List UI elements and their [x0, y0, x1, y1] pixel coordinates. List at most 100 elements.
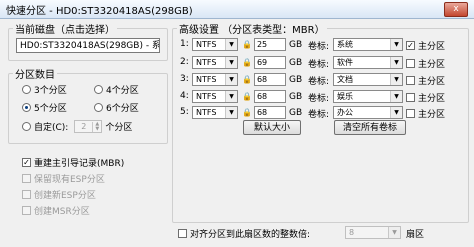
partition-size-input[interactable]: 69	[253, 56, 286, 69]
align-option[interactable]: 对齐分区到此扇区数的整数倍:	[178, 227, 310, 240]
radio-3-partitions-label: 3个分区	[34, 86, 67, 96]
create-esp-checkbox	[22, 190, 31, 199]
volume-label-value: 办公	[337, 108, 353, 117]
filesystem-select[interactable]: NTFS ▼	[192, 73, 238, 86]
volume-label-select[interactable]: 文档 ▼	[333, 73, 403, 86]
partition-index: 5:	[180, 107, 189, 117]
radio-3-partitions-button[interactable]	[22, 85, 31, 94]
filesystem-value: NTFS	[196, 92, 217, 101]
partition-size-input[interactable]: 68	[253, 106, 286, 119]
radio-4-partitions[interactable]: 4个分区	[94, 83, 139, 96]
filesystem-value: NTFS	[196, 58, 217, 67]
volume-label-caption: 卷标:	[308, 60, 330, 70]
create-msr-option: 创建MSR分区	[22, 204, 90, 217]
close-button[interactable]: x	[444, 2, 468, 17]
primary-partition-option[interactable]: 主分区	[406, 91, 445, 104]
volume-label-select[interactable]: 软件 ▼	[333, 56, 403, 69]
radio-5-partitions[interactable]: 5个分区	[22, 101, 67, 114]
align-checkbox[interactable]	[178, 229, 187, 238]
volume-label-caption-cell: 卷标:	[308, 74, 329, 87]
primary-partition-option[interactable]: 主分区	[406, 57, 445, 70]
filesystem-select[interactable]: NTFS ▼	[192, 106, 238, 119]
current-disk-legend: 当前磁盘（点击选择）	[15, 25, 115, 36]
radio-custom-button[interactable]	[22, 122, 31, 131]
keep-esp-option: 保留现有ESP分区	[22, 172, 105, 185]
size-cell: 🔒 68 GB	[242, 73, 302, 86]
chevron-down-icon: ▼	[390, 91, 402, 102]
size-cell: 🔒 25 GB	[242, 38, 302, 51]
rebuild-mbr-option[interactable]: ✓ 重建主引导记录(MBR)	[22, 156, 124, 169]
radio-6-partitions-label: 6个分区	[106, 104, 139, 114]
filesystem-select[interactable]: NTFS ▼	[192, 56, 238, 69]
primary-partition-label: 主分区	[418, 110, 446, 120]
volume-label-value: 软件	[337, 58, 353, 67]
partition-index: 2:	[180, 57, 189, 67]
filesystem-select[interactable]: NTFS ▼	[192, 38, 238, 51]
chevron-down-icon: ▼	[390, 57, 402, 68]
filesystem-select[interactable]: NTFS ▼	[192, 90, 238, 103]
volume-label-caption-cell: 卷标:	[308, 57, 329, 70]
volume-label-caption-cell: 卷标:	[308, 91, 329, 104]
partition-size-input[interactable]: 68	[253, 90, 286, 103]
filesystem-value: NTFS	[196, 75, 217, 84]
align-suffix: 扇区	[406, 230, 425, 240]
volume-label-value: 娱乐	[337, 92, 353, 101]
radio-6-partitions-button[interactable]	[94, 103, 103, 112]
default-size-button[interactable]: 默认大小	[243, 120, 301, 135]
partition-index-cell: 5:	[180, 107, 189, 117]
primary-partition-checkbox[interactable]	[406, 93, 415, 102]
primary-partition-checkbox[interactable]: ✓	[406, 41, 415, 50]
window-title: 快速分区 - HD0:ST3320418AS(298GB)	[6, 6, 193, 17]
volume-label-select[interactable]: 办公 ▼	[333, 106, 403, 119]
lock-icon[interactable]: 🔒	[242, 40, 252, 49]
partition-size-input[interactable]: 25	[253, 38, 286, 51]
current-disk-selector[interactable]: HD0:ST3320418AS(298GB) - 系	[16, 38, 160, 53]
primary-partition-option[interactable]: ✓ 主分区	[406, 39, 445, 52]
radio-3-partitions[interactable]: 3个分区	[22, 83, 67, 96]
chevron-down-icon: ▼	[388, 227, 400, 238]
primary-partition-label: 主分区	[418, 77, 446, 87]
radio-custom[interactable]: 自定(C): 2 ▲ ▼ 个分区	[22, 120, 132, 133]
lock-icon[interactable]: 🔒	[242, 58, 252, 67]
create-esp-option: 创建新ESP分区	[22, 188, 96, 201]
check-icon: ✓	[407, 41, 414, 50]
keep-esp-label: 保留现有ESP分区	[34, 175, 105, 185]
clear-labels-button[interactable]: 清空所有卷标	[334, 120, 406, 135]
size-cell: 🔒 69 GB	[242, 56, 302, 69]
size-unit: GB	[288, 39, 303, 50]
chevron-down-icon: ▼	[390, 39, 402, 50]
radio-5-partitions-button[interactable]	[22, 103, 31, 112]
spinner-arrows-icon[interactable]: ▲ ▼	[92, 121, 101, 132]
create-msr-checkbox	[22, 206, 31, 215]
lock-icon[interactable]: 🔒	[242, 108, 252, 117]
primary-partition-option[interactable]: 主分区	[406, 107, 445, 120]
rebuild-mbr-checkbox[interactable]: ✓	[22, 158, 31, 167]
volume-label-select[interactable]: 系统 ▼	[333, 38, 403, 51]
partition-index: 1:	[180, 39, 189, 49]
filesystem-value: NTFS	[196, 108, 217, 117]
primary-partition-checkbox[interactable]	[406, 109, 415, 118]
partition-index: 3:	[180, 74, 189, 84]
radio-6-partitions[interactable]: 6个分区	[94, 101, 139, 114]
radio-4-partitions-button[interactable]	[94, 85, 103, 94]
partition-size-input[interactable]: 68	[253, 73, 286, 86]
title-bar: 快速分区 - HD0:ST3320418AS(298GB) x	[0, 0, 474, 19]
volume-label-caption-cell: 卷标:	[308, 107, 329, 120]
size-unit: GB	[288, 74, 303, 85]
chevron-down-icon: ▼	[225, 39, 237, 50]
check-icon: ✓	[23, 158, 30, 167]
chevron-down-icon: ▼	[225, 57, 237, 68]
size-cell: 🔒 68 GB	[242, 106, 302, 119]
volume-label-select[interactable]: 娱乐 ▼	[333, 90, 403, 103]
align-sector-select[interactable]: 8 ▼	[345, 226, 401, 239]
radio-custom-label: 自定(C):	[34, 123, 69, 133]
primary-partition-checkbox[interactable]	[406, 76, 415, 85]
primary-partition-option[interactable]: 主分区	[406, 74, 445, 87]
radio-4-partitions-label: 4个分区	[106, 86, 139, 96]
lock-icon[interactable]: 🔒	[242, 92, 252, 101]
radio-5-partitions-label: 5个分区	[34, 104, 67, 114]
primary-partition-checkbox[interactable]	[406, 59, 415, 68]
align-suffix-row: 扇区	[406, 227, 424, 240]
lock-icon[interactable]: 🔒	[242, 75, 252, 84]
custom-count-spinner[interactable]: 2 ▲ ▼	[74, 120, 103, 133]
